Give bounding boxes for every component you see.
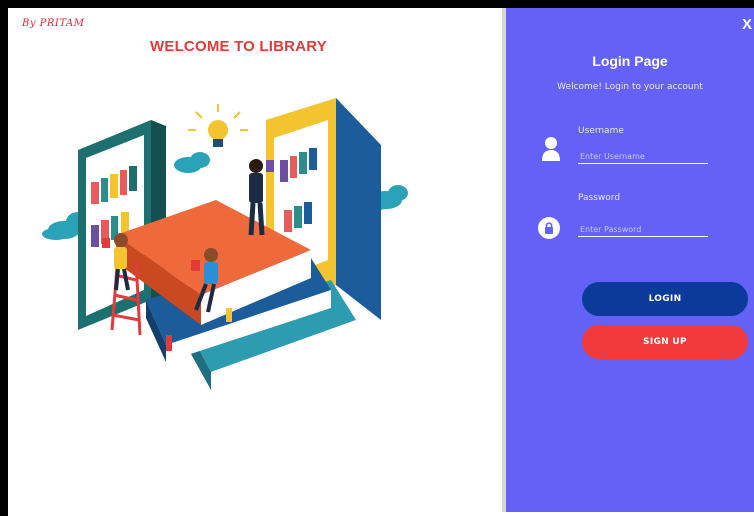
password-label: Password <box>578 193 621 203</box>
lock-icon <box>538 217 560 239</box>
welcome-heading: WELCOME TO LIBRARY <box>150 38 327 55</box>
login-panel: X Login Page Welcome! Login to your acco… <box>506 8 754 512</box>
username-input[interactable] <box>578 149 708 164</box>
login-button[interactable]: LOGIN <box>582 282 748 316</box>
close-button[interactable]: X <box>740 16 754 33</box>
signup-button[interactable]: SIGN UP <box>582 325 748 359</box>
author-label: By PRITAM <box>22 18 85 29</box>
login-subtitle: Welcome! Login to your account <box>557 82 703 92</box>
user-icon <box>542 137 560 161</box>
cloud-mid <box>174 152 210 173</box>
username-label: Username <box>578 126 624 136</box>
login-title: Login Page <box>592 53 668 69</box>
app-window: By PRITAM WELCOME TO LIBRARY X Login Pag… <box>8 8 754 516</box>
password-input[interactable] <box>578 222 708 237</box>
library-illustration <box>42 98 408 390</box>
lightbulb-icon <box>188 104 248 147</box>
welcome-panel: By PRITAM WELCOME TO LIBRARY <box>8 8 502 512</box>
